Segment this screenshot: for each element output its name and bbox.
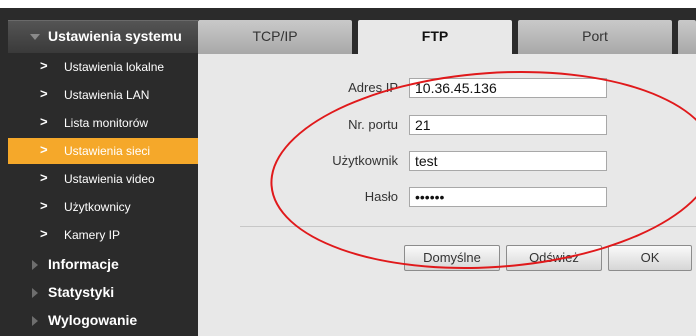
- sidebar-item-label: Kamery IP: [64, 228, 121, 242]
- sidebar-item-monitor-list[interactable]: > Lista monitorów: [8, 110, 198, 136]
- password-input[interactable]: [409, 187, 607, 207]
- sidebar-section-logout[interactable]: Wylogowanie: [8, 308, 198, 334]
- chevron-right-icon: >: [40, 226, 48, 241]
- sidebar-section-label: Wylogowanie: [48, 312, 138, 328]
- ip-address-label: Adres IP: [348, 80, 398, 95]
- chevron-right-icon: >: [40, 86, 48, 101]
- chevron-right-icon: >: [40, 142, 48, 157]
- sidebar-item-lan-settings[interactable]: > Ustawienia LAN: [8, 82, 198, 108]
- username-input[interactable]: [409, 151, 607, 171]
- triangle-right-icon: [32, 316, 38, 326]
- sidebar-section-label: Statystyki: [48, 284, 115, 300]
- sidebar-item-video-settings[interactable]: > Ustawienia video: [8, 166, 198, 192]
- sidebar-item-users[interactable]: > Użytkownicy: [8, 194, 198, 220]
- triangle-down-icon: [30, 34, 40, 40]
- chevron-right-icon: >: [40, 58, 48, 73]
- tab-ftp[interactable]: FTP: [358, 20, 512, 54]
- triangle-right-icon: [32, 288, 38, 298]
- sidebar-item-local-settings[interactable]: > Ustawienia lokalne: [8, 54, 198, 80]
- form-divider: [240, 226, 696, 227]
- sidebar-item-label: Ustawienia LAN: [64, 88, 150, 102]
- tab-port[interactable]: Port: [518, 20, 672, 54]
- sidebar-item-label: Ustawienia video: [64, 172, 155, 186]
- triangle-right-icon: [32, 260, 38, 270]
- port-number-input[interactable]: [409, 115, 607, 135]
- tab-overflow[interactable]: [678, 20, 696, 54]
- sidebar-item-label: Lista monitorów: [64, 116, 149, 130]
- password-label: Hasło: [364, 189, 398, 204]
- sidebar-header-label: Ustawienia systemu: [48, 28, 182, 44]
- chevron-right-icon: >: [40, 114, 48, 129]
- username-label: Użytkownik: [332, 153, 398, 168]
- sidebar: Ustawienia systemu > Ustawienia lokalne …: [8, 8, 198, 336]
- sidebar-section-label: Informacje: [48, 256, 119, 272]
- sidebar-item-label: Ustawienia lokalne: [64, 60, 165, 74]
- sidebar-item-network-settings[interactable]: > Ustawienia sieci: [8, 138, 198, 164]
- sidebar-section-information[interactable]: Informacje: [8, 252, 198, 278]
- ok-button[interactable]: OK: [608, 245, 692, 271]
- refresh-button[interactable]: Odśwież: [506, 245, 602, 271]
- sidebar-section-statistics[interactable]: Statystyki: [8, 280, 198, 306]
- ip-address-input[interactable]: [409, 78, 607, 98]
- sidebar-item-label: Użytkownicy: [64, 200, 131, 214]
- port-number-label: Nr. portu: [348, 117, 398, 132]
- chevron-right-icon: >: [40, 170, 48, 185]
- sidebar-header-system-settings[interactable]: Ustawienia systemu: [8, 20, 198, 53]
- chevron-right-icon: >: [40, 198, 48, 213]
- sidebar-item-ip-cameras[interactable]: > Kamery IP: [8, 222, 198, 248]
- tab-tcp-ip[interactable]: TCP/IP: [198, 20, 352, 54]
- default-button[interactable]: Domyślne: [404, 245, 500, 271]
- tab-bar: TCP/IP FTP Port: [198, 8, 696, 54]
- sidebar-item-label: Ustawienia sieci: [64, 144, 151, 158]
